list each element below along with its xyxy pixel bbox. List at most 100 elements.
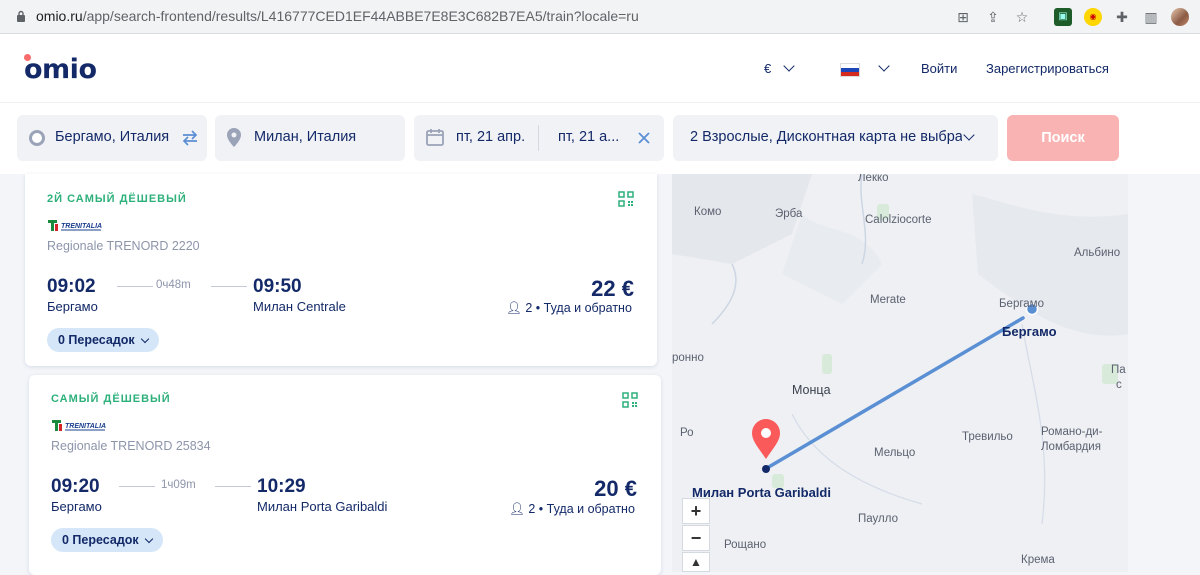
- puzzle-extensions-icon[interactable]: ✚: [1113, 8, 1131, 26]
- map-label: Па: [1111, 364, 1126, 376]
- omio-logo[interactable]: omio: [24, 54, 97, 85]
- arrival-station: Милан Porta Garibaldi: [257, 499, 388, 514]
- passenger-info: 👤︎ 2 • Туда и обратно: [506, 301, 632, 316]
- map-label: Паулло: [858, 513, 898, 525]
- map-label: с: [1116, 379, 1122, 391]
- bookmark-star-icon[interactable]: ☆: [1013, 8, 1031, 26]
- map-label: Ломбардия: [1041, 441, 1101, 453]
- chevron-down-icon: [783, 60, 795, 72]
- site-header: omio € Войти Зарегистрироваться: [0, 34, 1200, 102]
- language-chevron[interactable]: [866, 60, 890, 76]
- lock-icon: [17, 10, 25, 22]
- map-label: Ро: [680, 427, 694, 439]
- address-bar[interactable]: omio.ru/app/search-frontend/results/L416…: [36, 8, 639, 24]
- departure-station: Бергамо: [51, 499, 102, 514]
- trip-duration: 1ч09m: [161, 479, 196, 491]
- origin-field[interactable]: Бергамо, Италия: [17, 115, 207, 161]
- map-terrain: [672, 174, 1128, 525]
- zoom-in-button[interactable]: +: [682, 498, 710, 524]
- map-label: Альбино: [1074, 247, 1121, 259]
- extension-icon[interactable]: ▣: [1054, 8, 1072, 26]
- search-bar: Бергамо, Италия Милан, Италия пт, 21 апр…: [0, 102, 1200, 174]
- login-link[interactable]: Войти: [921, 61, 957, 76]
- origin-circle-icon: [29, 130, 45, 146]
- browser-toolbar: omio.ru/app/search-frontend/results/L416…: [0, 0, 1200, 34]
- map-label: Calolziocorte: [865, 214, 932, 226]
- destination-value: Милан, Италия: [254, 129, 357, 145]
- stops-label: 0 Пересадок: [62, 533, 139, 547]
- departure-station: Бергамо: [47, 299, 98, 314]
- destination-dot: [762, 465, 770, 473]
- result-badge: 2Й САМЫЙ ДЁШЕВЫЙ: [47, 193, 187, 205]
- price: 20 €: [594, 476, 637, 501]
- chevron-down-icon: [963, 129, 975, 141]
- map-label: ронно: [672, 352, 704, 364]
- qr-code-icon: [618, 191, 634, 207]
- trip-duration: 0ч48m: [156, 279, 191, 291]
- sidebar-icon[interactable]: ▥: [1142, 8, 1160, 26]
- qr-code-icon: [622, 392, 638, 408]
- result-card[interactable]: САМЫЙ ДЁШЕВЫЙ TRENITALIA Regionale TRENO…: [29, 375, 661, 575]
- chevron-down-icon: [140, 334, 149, 344]
- profile-avatar[interactable]: [1171, 8, 1189, 26]
- map-label: Рощано: [724, 539, 767, 551]
- map-label: Merate: [870, 294, 906, 306]
- result-badge: САМЫЙ ДЁШЕВЫЙ: [51, 393, 171, 405]
- map-label: Монца: [792, 383, 831, 397]
- svg-text:TRENITALIA: TRENITALIA: [61, 223, 102, 230]
- date-field[interactable]: пт, 21 апр. пт, 21 а...: [414, 115, 664, 161]
- date-divider: [538, 125, 539, 151]
- passengers-value: 2 Взрослые, Дисконтная карта не выбрана: [690, 129, 962, 145]
- map-label: Тревильо: [962, 431, 1013, 443]
- location-pin-icon: [227, 128, 241, 147]
- destination-city-label: Милан Porta Garibaldi: [692, 485, 831, 500]
- clear-return-icon[interactable]: [638, 132, 650, 144]
- arrival-station: Милан Centrale: [253, 299, 346, 314]
- passenger-info-text: 2 • Туда и обратно: [525, 301, 632, 315]
- train-name: Regionale TRENORD 25834: [51, 439, 211, 453]
- map-label: Эрба: [775, 208, 803, 220]
- calendar-icon: [426, 129, 444, 146]
- map-label: Романо-ди-: [1041, 426, 1103, 438]
- duration-line: [215, 486, 251, 487]
- return-date[interactable]: пт, 21 а...: [558, 129, 630, 145]
- map-label: Мельцо: [874, 447, 916, 459]
- result-card[interactable]: 2Й САМЫЙ ДЁШЕВЫЙ TRENITALIA Regionale TR…: [25, 174, 657, 366]
- outbound-date[interactable]: пт, 21 апр.: [456, 129, 525, 145]
- stops-dropdown[interactable]: 0 Пересадок: [51, 528, 163, 552]
- compass-button[interactable]: ▲: [682, 552, 710, 572]
- search-button[interactable]: Поиск: [1007, 115, 1119, 161]
- register-link[interactable]: Зарегистрироваться: [986, 61, 1109, 76]
- extension-yellow-icon[interactable]: ◉: [1084, 8, 1102, 26]
- share-icon[interactable]: ⇪: [984, 8, 1002, 26]
- currency-label: €: [764, 61, 772, 76]
- passengers-field[interactable]: 2 Взрослые, Дисконтная карта не выбрана: [673, 115, 998, 161]
- map-right-margin: [1128, 174, 1200, 572]
- duration-line: [211, 286, 247, 287]
- train-name: Regionale TRENORD 2220: [47, 239, 200, 253]
- destination-field[interactable]: Милан, Италия: [215, 115, 405, 161]
- stops-dropdown[interactable]: 0 Пересадок: [47, 328, 159, 352]
- zoom-out-button[interactable]: −: [682, 525, 710, 551]
- chevron-down-icon: [144, 534, 153, 544]
- departure-time: 09:20: [51, 476, 100, 497]
- person-icon: 👤︎: [509, 502, 525, 516]
- map-label: Бергамо: [999, 298, 1044, 310]
- arrival-time: 09:50: [253, 276, 302, 297]
- trenitalia-logo: TRENITALIA: [52, 420, 106, 431]
- departure-time: 09:02: [47, 276, 96, 297]
- swap-icon[interactable]: [181, 130, 199, 146]
- map-label: Крема: [1021, 554, 1055, 566]
- route-map[interactable]: Лекко Комо Эрба Calolziocorte Альбино Me…: [672, 174, 1128, 572]
- translate-icon[interactable]: ⊞: [954, 8, 972, 26]
- map-label: Лекко: [858, 174, 889, 184]
- arrival-time: 10:29: [257, 476, 306, 497]
- svg-text:TRENITALIA: TRENITALIA: [65, 423, 106, 430]
- person-icon: 👤︎: [506, 301, 522, 315]
- duration-line: [117, 286, 153, 287]
- map-label: Комо: [694, 206, 722, 218]
- chevron-down-icon: [878, 60, 890, 72]
- destination-pin-icon: [752, 419, 780, 459]
- russia-flag-icon[interactable]: [840, 63, 860, 77]
- currency-selector[interactable]: €: [764, 60, 795, 76]
